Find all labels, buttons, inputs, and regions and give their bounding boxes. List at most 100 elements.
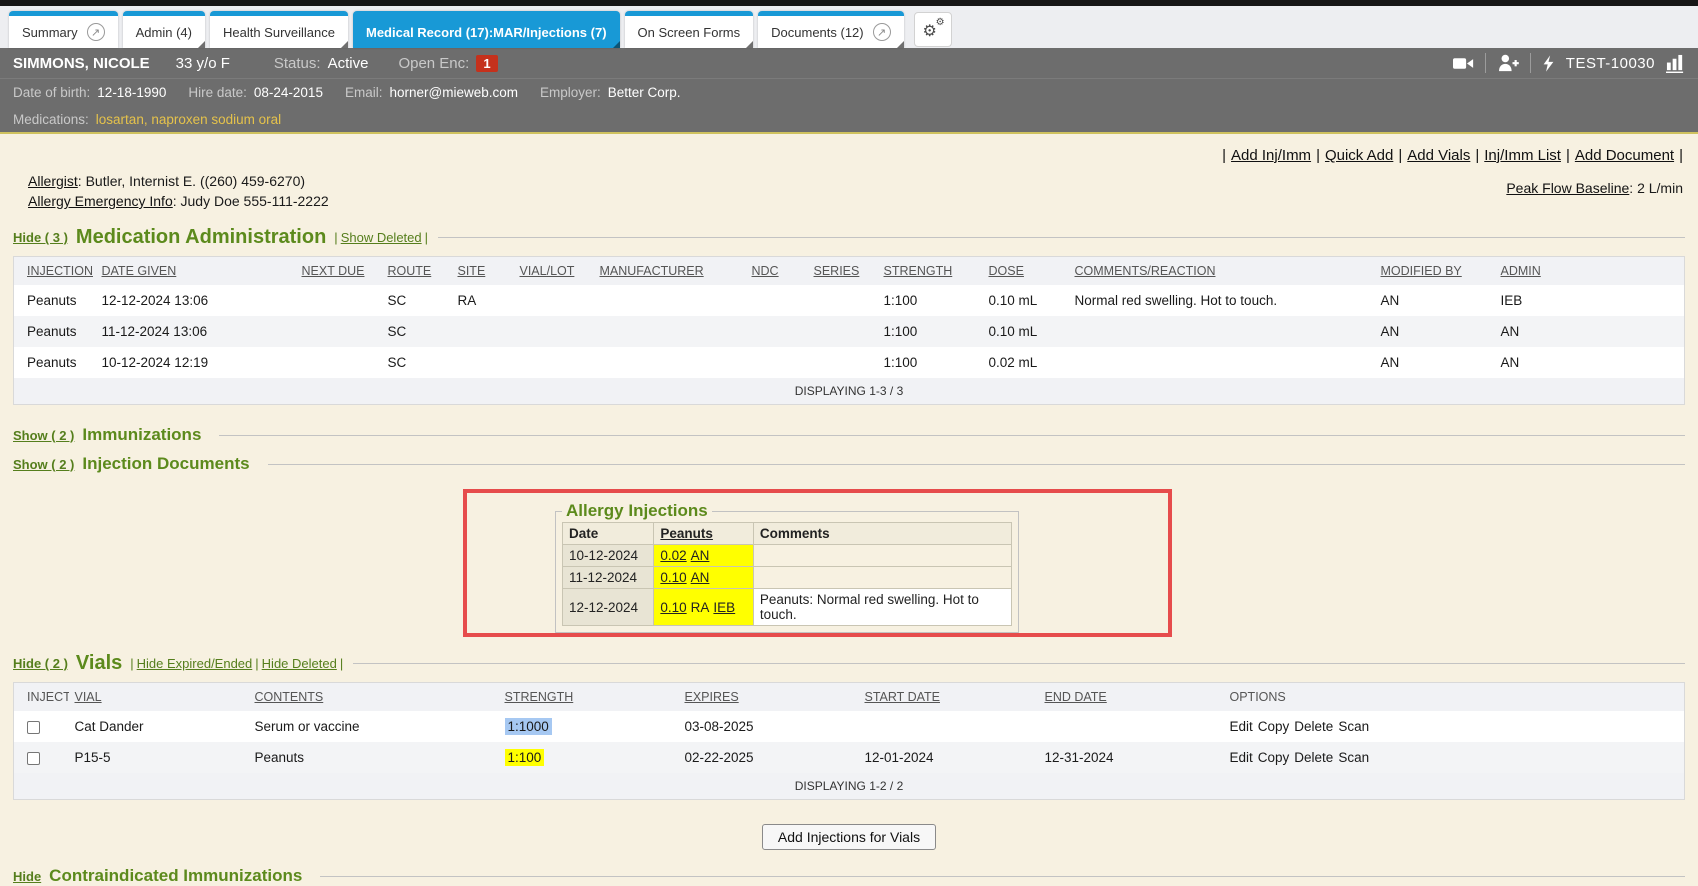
add-document-link[interactable]: Add Document bbox=[1575, 147, 1674, 164]
pipe: | bbox=[1475, 147, 1479, 164]
immunizations-title: Immunizations bbox=[82, 425, 201, 445]
sort-route[interactable]: ROUTE bbox=[388, 264, 432, 278]
cell-next-due bbox=[296, 285, 382, 316]
col-peanuts-link[interactable]: Peanuts bbox=[660, 526, 713, 541]
sort-admin[interactable]: ADMIN bbox=[1501, 264, 1541, 278]
cell-manufacturer bbox=[594, 285, 746, 316]
injection-documents-toggle[interactable]: Show ( 2 ) bbox=[13, 457, 74, 472]
medications-list[interactable]: losartan, naproxen sodium oral bbox=[96, 112, 281, 127]
video-call-icon[interactable] bbox=[1453, 56, 1474, 71]
settings-button[interactable]: ⚙ ⚙ bbox=[914, 12, 952, 47]
cell-strength: 1:100 bbox=[878, 347, 983, 378]
sort-vial[interactable]: VIAL bbox=[75, 690, 102, 704]
cell-next-due bbox=[296, 316, 382, 347]
scan-link[interactable]: Scan bbox=[1338, 750, 1369, 765]
section-rule bbox=[353, 663, 1685, 664]
cell-admin: AN bbox=[1495, 316, 1685, 347]
injection-date: 11-12-2024 bbox=[563, 567, 654, 589]
sort-start-date[interactable]: START DATE bbox=[865, 690, 940, 704]
cell-ndc bbox=[746, 285, 808, 316]
initials-link[interactable]: AN bbox=[691, 570, 710, 585]
tab-summary[interactable]: Summary ↗ bbox=[9, 11, 118, 48]
immunizations-toggle[interactable]: Show ( 2 ) bbox=[13, 428, 74, 443]
gear-icon: ⚙ bbox=[936, 17, 945, 28]
chart-icon[interactable] bbox=[1666, 54, 1685, 73]
add-vials-link[interactable]: Add Vials bbox=[1407, 147, 1470, 164]
show-deleted-link[interactable]: Show Deleted bbox=[341, 230, 422, 245]
hide-expired-link[interactable]: Hide Expired/Ended bbox=[137, 656, 253, 671]
cell-route: SC bbox=[382, 347, 452, 378]
inj-imm-list-link[interactable]: Inj/Imm List bbox=[1484, 147, 1561, 164]
table-row[interactable]: Cat Dander Serum or vaccine 1:1000 03-08… bbox=[14, 711, 1685, 742]
injection-documents-title: Injection Documents bbox=[82, 454, 249, 474]
delete-link[interactable]: Delete bbox=[1294, 719, 1333, 734]
vials-toggle[interactable]: Hide ( 2 ) bbox=[13, 656, 68, 671]
initials-link[interactable]: IEB bbox=[713, 600, 735, 615]
sort-expires[interactable]: EXPIRES bbox=[685, 690, 739, 704]
open-encounter-badge[interactable]: 1 bbox=[476, 55, 497, 72]
sort-end-date[interactable]: END DATE bbox=[1045, 690, 1107, 704]
tab-medical-record[interactable]: Medical Record (17):MAR/Injections (7) bbox=[353, 11, 620, 48]
cell-contents: Peanuts bbox=[249, 742, 499, 773]
contraindicated-toggle[interactable]: Hide bbox=[13, 869, 41, 884]
allergist-link[interactable]: Allergist bbox=[28, 173, 78, 189]
external-link-icon[interactable]: ↗ bbox=[87, 23, 105, 41]
sort-series[interactable]: SERIES bbox=[814, 264, 860, 278]
divider bbox=[1485, 53, 1486, 73]
quick-add-link[interactable]: Quick Add bbox=[1325, 147, 1393, 164]
cell-site bbox=[452, 316, 514, 347]
copy-link[interactable]: Copy bbox=[1258, 750, 1290, 765]
hide-deleted-link[interactable]: Hide Deleted bbox=[262, 656, 337, 671]
cell-dose: 0.02 mL bbox=[983, 347, 1069, 378]
tab-admin[interactable]: Admin (4) bbox=[123, 11, 205, 48]
contraindicated-title: Contraindicated Immunizations bbox=[49, 866, 302, 886]
med-admin-toggle[interactable]: Hide ( 3 ) bbox=[13, 230, 68, 245]
tab-on-screen-forms[interactable]: On Screen Forms bbox=[625, 11, 754, 48]
cell-manufacturer bbox=[594, 316, 746, 347]
allergy-emergency-info-link[interactable]: Allergy Emergency Info bbox=[28, 193, 173, 209]
bolt-icon[interactable] bbox=[1542, 54, 1555, 73]
inject-checkbox[interactable] bbox=[27, 752, 40, 765]
sort-ndc[interactable]: NDC bbox=[752, 264, 779, 278]
sort-modified-by[interactable]: MODIFIED BY bbox=[1381, 264, 1462, 278]
dose-link[interactable]: 0.10 bbox=[660, 600, 686, 615]
sort-vial-lot[interactable]: VIAL/LOT bbox=[520, 264, 575, 278]
sort-date-given[interactable]: DATE GIVEN bbox=[102, 264, 177, 278]
inject-checkbox[interactable] bbox=[27, 721, 40, 734]
initials-link[interactable]: AN bbox=[691, 548, 710, 563]
sort-next-due[interactable]: NEXT DUE bbox=[302, 264, 365, 278]
table-row[interactable]: Peanuts 12-12-2024 13:06 SC RA 1:100 0.1… bbox=[14, 285, 1685, 316]
cell-route: SC bbox=[382, 285, 452, 316]
sort-comments[interactable]: COMMENTS/REACTION bbox=[1075, 264, 1216, 278]
contraindicated-section-header: Hide Contraindicated Immunizations bbox=[13, 866, 1685, 886]
col-inject: INJECT bbox=[27, 690, 69, 704]
sort-dose[interactable]: DOSE bbox=[989, 264, 1024, 278]
sort-injection[interactable]: INJECTION bbox=[27, 264, 93, 278]
cell-modified-by: AN bbox=[1375, 347, 1495, 378]
peak-flow-baseline-link[interactable]: Peak Flow Baseline bbox=[1506, 180, 1629, 196]
allergy-contacts: Allergist: Butler, Internist E. ((260) 4… bbox=[13, 171, 329, 211]
email-value: horner@mieweb.com bbox=[389, 85, 518, 100]
table-row[interactable]: Peanuts 11-12-2024 13:06 SC 1:100 0.10 m… bbox=[14, 316, 1685, 347]
table-row[interactable]: Peanuts 10-12-2024 12:19 SC 1:100 0.02 m… bbox=[14, 347, 1685, 378]
copy-link[interactable]: Copy bbox=[1258, 719, 1290, 734]
edit-link[interactable]: Edit bbox=[1230, 719, 1253, 734]
add-injections-for-vials-button[interactable]: Add Injections for Vials bbox=[762, 824, 936, 850]
sort-strength[interactable]: STRENGTH bbox=[884, 264, 953, 278]
sort-strength[interactable]: STRENGTH bbox=[505, 690, 574, 704]
table-row[interactable]: P15-5 Peanuts 1:100 02-22-2025 12-01-202… bbox=[14, 742, 1685, 773]
sort-contents[interactable]: CONTENTS bbox=[255, 690, 324, 704]
dose-link[interactable]: 0.02 bbox=[660, 548, 686, 563]
edit-link[interactable]: Edit bbox=[1230, 750, 1253, 765]
peak-flow-value: : 2 L/min bbox=[1629, 180, 1683, 196]
tab-documents[interactable]: Documents (12) ↗ bbox=[758, 11, 903, 48]
add-inj-imm-link[interactable]: Add Inj/Imm bbox=[1231, 147, 1311, 164]
dose-link[interactable]: 0.10 bbox=[660, 570, 686, 585]
tab-health-surveillance[interactable]: Health Surveillance bbox=[210, 11, 348, 48]
sort-site[interactable]: SITE bbox=[458, 264, 486, 278]
scan-link[interactable]: Scan bbox=[1338, 719, 1369, 734]
delete-link[interactable]: Delete bbox=[1294, 750, 1333, 765]
external-link-icon[interactable]: ↗ bbox=[873, 23, 891, 41]
sort-manufacturer[interactable]: MANUFACTURER bbox=[600, 264, 704, 278]
add-person-icon[interactable] bbox=[1497, 54, 1519, 72]
